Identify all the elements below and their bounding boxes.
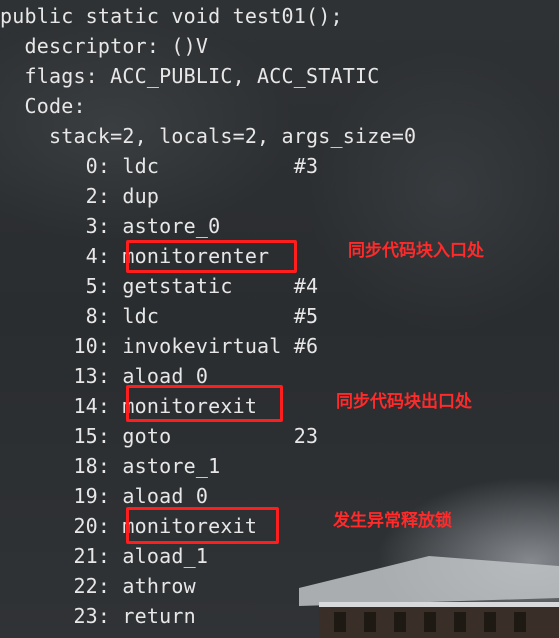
flags-line: flags: ACC_PUBLIC, ACC_STATIC xyxy=(0,64,380,88)
instruction-line: 10: invokevirtual #6 xyxy=(0,334,319,358)
descriptor-line: descriptor: ()V xyxy=(0,34,209,58)
instruction-line: 21: aload_1 xyxy=(0,544,209,568)
instruction-line: 2: dup xyxy=(0,184,160,208)
stack-info-line: stack=2, locals=2, args_size=0 xyxy=(0,124,417,148)
instruction-line: 0: ldc #3 xyxy=(0,154,319,178)
instruction-line: 18: astore_1 xyxy=(0,454,221,478)
snow-cabin-image xyxy=(299,556,559,638)
sync-entry-annotation: 同步代码块入口处 xyxy=(348,241,484,261)
instruction-line: 8: ldc #5 xyxy=(0,304,319,328)
instruction-line: 15: goto 23 xyxy=(0,424,319,448)
instruction-line: 5: getstatic #4 xyxy=(0,274,319,298)
monitorexit-highlight-box xyxy=(126,385,283,422)
monitorenter-highlight-box xyxy=(126,240,297,273)
sync-exit-annotation: 同步代码块出口处 xyxy=(336,392,472,412)
instruction-line: 3: astore_0 xyxy=(0,214,221,238)
instruction-line: 23: return xyxy=(0,604,196,628)
monitorexit-exception-highlight-box xyxy=(126,507,279,544)
instruction-line: 22: athrow xyxy=(0,574,196,598)
code-label-line: Code: xyxy=(0,94,86,118)
method-signature-line: public static void test01(); xyxy=(0,4,343,28)
exception-release-annotation: 发生异常释放锁 xyxy=(333,511,452,531)
